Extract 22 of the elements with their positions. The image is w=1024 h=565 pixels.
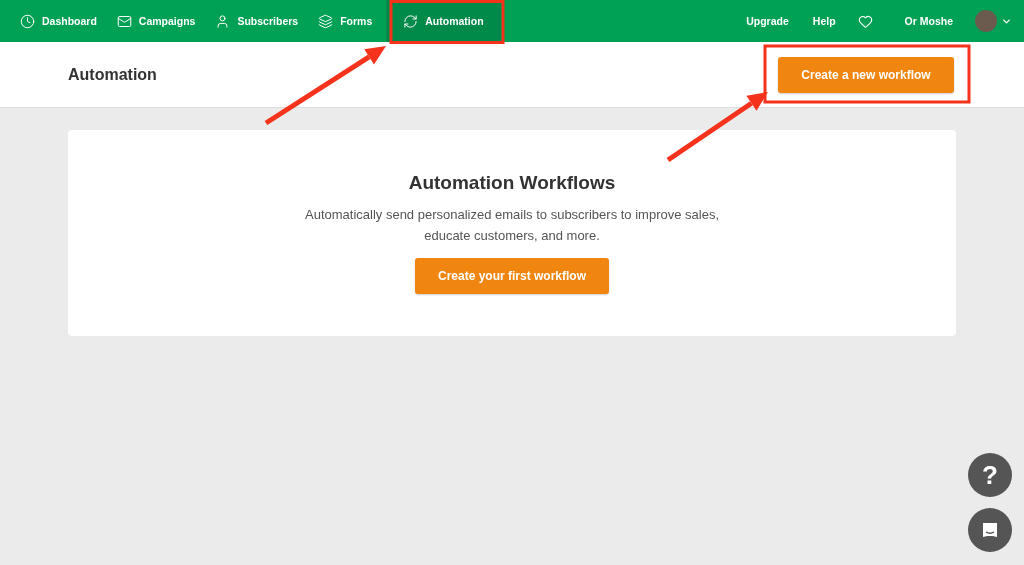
card-description: Automatically send personalized emails to subscribers to improve sales, educate customers, and more. — [304, 206, 720, 245]
nav-link[interactable]: Help — [800, 15, 848, 27]
card-title: Automation Workflows — [408, 172, 616, 194]
chat-icon — [980, 520, 1000, 540]
chat-button[interactable] — [968, 508, 1012, 552]
heart-icon[interactable] — [857, 13, 873, 29]
nav-tab[interactable]: Forms — [308, 0, 383, 42]
envelope-icon — [116, 13, 132, 29]
nav-tab[interactable]: Dashboard — [10, 0, 107, 42]
refresh-icon — [403, 13, 419, 29]
avatar[interactable] — [975, 10, 997, 32]
nav-tab[interactable]: Campaigns — [106, 0, 206, 42]
nav-link[interactable]: Upgrade — [734, 15, 801, 27]
user-icon — [215, 13, 231, 29]
clock-icon — [20, 13, 35, 29]
create-workflow-button[interactable]: Create a new workflow — [778, 56, 954, 93]
create-first-workflow-button[interactable]: Create your first workflow — [415, 258, 609, 294]
page-title: Automation — [68, 65, 157, 84]
layers-icon — [318, 13, 334, 29]
help-button[interactable]: ? — [968, 453, 1012, 497]
nav-tab[interactable]: Subscribers — [205, 0, 309, 42]
user-name[interactable]: Or Moshe — [892, 15, 965, 27]
